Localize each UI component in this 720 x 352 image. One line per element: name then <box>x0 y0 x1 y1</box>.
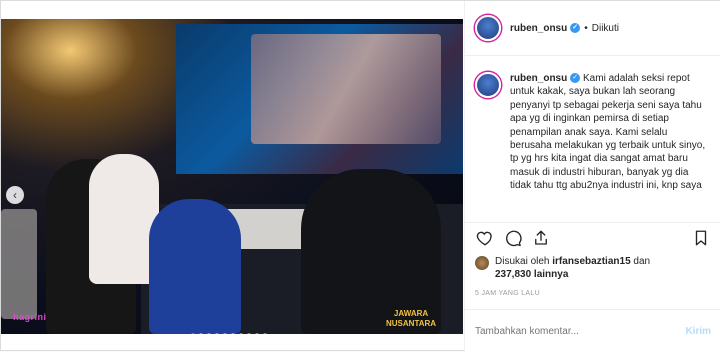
carousel-dot[interactable] <box>223 333 227 334</box>
carousel-dot[interactable] <box>239 333 243 334</box>
post-header: ruben_onsu ✓ • Diikuti <box>465 1 720 56</box>
verified-badge-icon: ✓ <box>570 22 581 33</box>
carousel-indicator <box>191 333 267 334</box>
liked-by-user[interactable]: irfansebaztian15 <box>552 256 630 267</box>
instagram-post-window: ‹ hagrini JAWARA NUSANTARA ruben_onsu ✓ •… <box>0 0 720 352</box>
person-boy <box>149 199 241 334</box>
likes-text: Disukai oleh irfansebaztian15 dan 237,83… <box>495 255 650 281</box>
carousel-dot[interactable] <box>215 333 219 334</box>
carousel-dot[interactable] <box>199 333 203 334</box>
carousel-dot[interactable] <box>263 333 267 334</box>
sponsor-logo: hagrini <box>13 312 47 322</box>
carousel-dot[interactable] <box>255 333 259 334</box>
caption: ruben_onsu ✓ Kami adalah seksi repot untu… <box>510 72 708 222</box>
comment-icon[interactable] <box>503 228 523 248</box>
post-sidebar: ruben_onsu ✓ • Diikuti ruben_onsu ✓ Kami a… <box>464 1 720 352</box>
action-bar <box>465 222 720 252</box>
carousel-dot[interactable] <box>191 333 195 334</box>
post-comment-button[interactable]: Kirim <box>685 326 711 337</box>
carousel-dot[interactable] <box>247 333 251 334</box>
event-logo: JAWARA NUSANTARA <box>386 309 436 329</box>
post-timestamp[interactable]: 5 JAM YANG LALU <box>475 290 540 297</box>
separator: • <box>584 22 588 34</box>
chair <box>1 209 37 319</box>
post-photo[interactable]: ‹ hagrini JAWARA NUSANTARA <box>1 19 463 334</box>
caption-username[interactable]: ruben_onsu <box>510 73 567 84</box>
event-logo-line1: JAWARA <box>393 309 429 318</box>
follow-button[interactable]: Diikuti <box>592 23 619 34</box>
caption-section: ruben_onsu ✓ Kami adalah seksi repot untu… <box>465 57 720 222</box>
stage-video <box>251 34 441 144</box>
verified-badge-icon: ✓ <box>570 73 581 84</box>
add-comment-bar: Kirim <box>465 309 720 352</box>
heart-icon[interactable] <box>475 228 495 248</box>
username-link[interactable]: ruben_onsu ✓ <box>510 22 581 34</box>
liked-by-and: dan <box>633 256 651 267</box>
caption-text: Kami adalah seksi repot untuk kakak, say… <box>510 73 706 192</box>
liked-by-prefix: Disukai oleh <box>495 256 550 267</box>
carousel-dot[interactable] <box>207 333 211 334</box>
liker-avatar[interactable] <box>475 256 489 270</box>
bookmark-icon[interactable] <box>691 228 711 248</box>
caption-avatar[interactable] <box>475 72 501 98</box>
likes-count[interactable]: 237,830 lainnya <box>495 269 568 280</box>
carousel-dot[interactable] <box>231 333 235 334</box>
event-logo-line2: NUSANTARA <box>386 319 437 328</box>
comment-input[interactable] <box>475 325 686 337</box>
chevron-left-icon[interactable]: ‹ <box>6 186 24 204</box>
likes-summary: Disukai oleh irfansebaztian15 dan 237,83… <box>475 255 650 281</box>
avatar[interactable] <box>475 15 501 41</box>
share-icon[interactable] <box>531 228 551 248</box>
username[interactable]: ruben_onsu <box>510 23 567 34</box>
